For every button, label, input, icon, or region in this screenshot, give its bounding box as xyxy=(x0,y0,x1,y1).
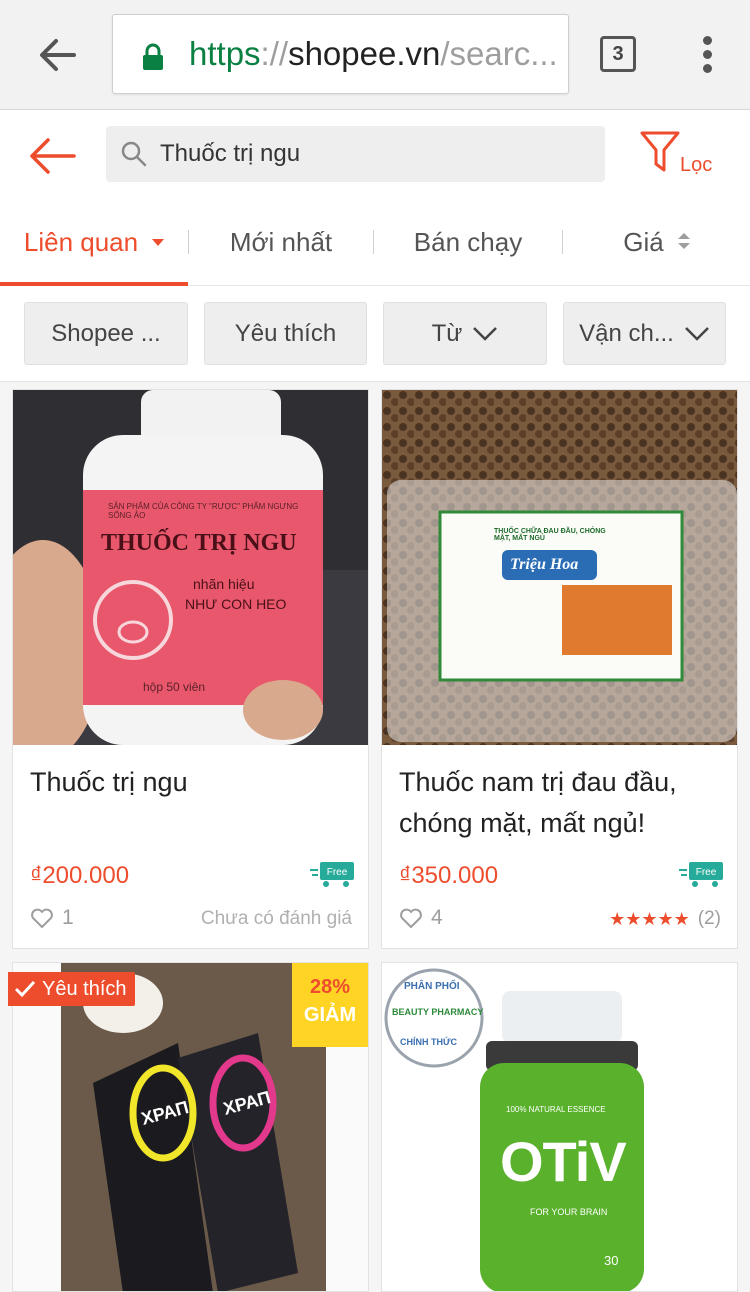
address-bar[interactable]: https://shopee.vn/searc... xyxy=(112,14,569,94)
product-image: SẢN PHẨM CỦA CÔNG TY "RƯỢC" PHẨM NGƯNG S… xyxy=(13,390,368,745)
tab-label: Liên quan xyxy=(23,226,139,257)
free-label: Free xyxy=(327,867,348,878)
chip-label: Yêu thích xyxy=(234,319,337,347)
no-rating-text: Chưa có đánh giá xyxy=(200,908,352,929)
tab-label: Mới nhất xyxy=(229,226,333,257)
browser-toolbar: https://shopee.vn/searc... 3 xyxy=(0,0,750,110)
label-count: hộp 50 viên xyxy=(143,680,206,694)
like-count: 4 xyxy=(431,906,443,929)
browser-back-icon[interactable] xyxy=(36,34,78,76)
heart-icon[interactable] xyxy=(399,908,423,929)
favorite-label: Yêu thích xyxy=(42,977,127,1000)
filter-chips: Shopee ... Yêu thích Từ Vận ch... xyxy=(0,286,750,382)
label-company: SẢN PHẨM CỦA CÔNG TY "RƯỢC" PHẨM NGƯNG S… xyxy=(108,502,299,520)
product-image: THUỐC CHỮA ĐAU ĐẦU, CHÓNG MẶT, MẤT NGỦ T… xyxy=(382,390,737,745)
product-card[interactable]: ХРАП ХРАП 28% GIẢM xyxy=(12,962,369,1292)
label-title: THUỐC CHỮA ĐAU ĐẦU, CHÓNG MẶT, MẤT NGỦ xyxy=(494,528,606,542)
star-rating-icons: ★★★★★ xyxy=(609,908,690,929)
caret-down-icon xyxy=(152,238,165,246)
sort-tabs: Liên quan Mới nhất Bán chạy Giá xyxy=(0,198,750,286)
product-image: PHÂN PHỐI BEAUTY PHARMACY CHÍNH THỨC 100… xyxy=(382,963,737,1291)
rating-count: (2) xyxy=(697,908,721,929)
label-brand2: NHƯ CON HEO xyxy=(185,596,287,612)
like-count: 1 xyxy=(62,906,74,929)
back-arrow-icon[interactable] xyxy=(28,136,76,176)
chip-shopee-mall[interactable]: Shopee ... xyxy=(24,302,188,365)
product-card[interactable]: SẢN PHẨM CỦA CÔNG TY "RƯỢC" PHẨM NGƯNG S… xyxy=(12,389,369,949)
seal-top: PHÂN PHỐI xyxy=(404,981,460,992)
heart-icon[interactable] xyxy=(30,908,54,929)
free-shipping-icon: Free xyxy=(679,862,723,887)
chip-label: Vận ch... xyxy=(579,319,674,347)
label-title: THUỐC TRỊ NGU xyxy=(101,530,297,556)
product-card[interactable]: THUỐC CHỮA ĐAU ĐẦU, CHÓNG MẶT, MẤT NGỦ T… xyxy=(381,389,738,949)
url-text: https://shopee.vn/searc... xyxy=(189,35,558,72)
product-card[interactable]: PHÂN PHỐI BEAUTY PHARMACY CHÍNH THỨC 100… xyxy=(381,962,738,1292)
bottle-caps: 30 xyxy=(604,1253,619,1268)
chip-label: Từ xyxy=(431,319,463,347)
search-query: Thuốc trị ngu xyxy=(160,140,301,167)
seal-bottom: CHÍNH THỨC xyxy=(400,1037,457,1047)
label-brand: Triệu Hoa xyxy=(510,556,579,573)
discount-word: GIẢM xyxy=(303,1004,357,1026)
seal-mid: BEAUTY PHARMACY xyxy=(392,1007,484,1017)
discount-percent: 28% xyxy=(309,976,351,998)
product-name: Thuốc trị ngu xyxy=(30,767,188,797)
product-likes: 1 xyxy=(30,906,74,930)
bottle-natural: 100% NATURAL ESSENCE xyxy=(506,1105,606,1114)
filter-label: Lọc xyxy=(680,154,713,176)
tab-switcher-button[interactable]: 3 xyxy=(600,36,636,72)
bottle-sub: FOR YOUR BRAIN xyxy=(530,1207,608,1217)
tab-best-selling[interactable]: Bán chạy xyxy=(374,198,562,286)
product-likes: 4 xyxy=(399,906,443,930)
chip-location[interactable]: Từ xyxy=(383,302,547,365)
filter-button[interactable]: Lọc xyxy=(636,128,726,184)
tab-newest[interactable]: Mới nhất xyxy=(189,198,373,286)
browser-menu-icon[interactable] xyxy=(697,36,717,76)
bottle-brand: OTiV xyxy=(500,1130,627,1193)
product-price: ₫200.000 xyxy=(30,862,130,889)
product-rating: ★★★★★ (2) xyxy=(609,908,721,930)
free-label: Free xyxy=(696,867,717,878)
favorite-shop-badge: Yêu thích xyxy=(8,972,135,1006)
discount-badge: 28% GIẢM xyxy=(292,963,368,1047)
chevron-down-icon xyxy=(473,326,498,341)
lock-icon xyxy=(143,43,163,70)
chip-label: Shopee ... xyxy=(51,319,161,347)
tab-relevance[interactable]: Liên quan xyxy=(0,198,188,286)
tab-label: Giá xyxy=(623,226,664,257)
product-name: Thuốc nam trị đau đầu, chóng mặt, mất ng… xyxy=(399,767,677,838)
tab-label: Bán chạy xyxy=(413,226,523,257)
sort-updown-icon xyxy=(677,233,690,251)
chip-shipping[interactable]: Vận ch... xyxy=(563,302,726,365)
search-input[interactable]: Thuốc trị ngu xyxy=(106,126,605,182)
chevron-down-icon xyxy=(684,326,709,341)
product-image: ХРАП ХРАП 28% GIẢM xyxy=(13,963,368,1291)
label-brand1: nhãn hiệu xyxy=(193,576,255,592)
product-price: ₫350.000 xyxy=(399,862,499,889)
checkmark-icon xyxy=(14,980,36,998)
search-icon xyxy=(121,141,147,167)
tab-price[interactable]: Giá xyxy=(563,198,750,286)
free-shipping-icon: Free xyxy=(310,862,354,887)
chip-favorite[interactable]: Yêu thích xyxy=(204,302,367,365)
app-header: Thuốc trị ngu Lọc xyxy=(0,110,750,198)
funnel-icon xyxy=(640,131,680,172)
